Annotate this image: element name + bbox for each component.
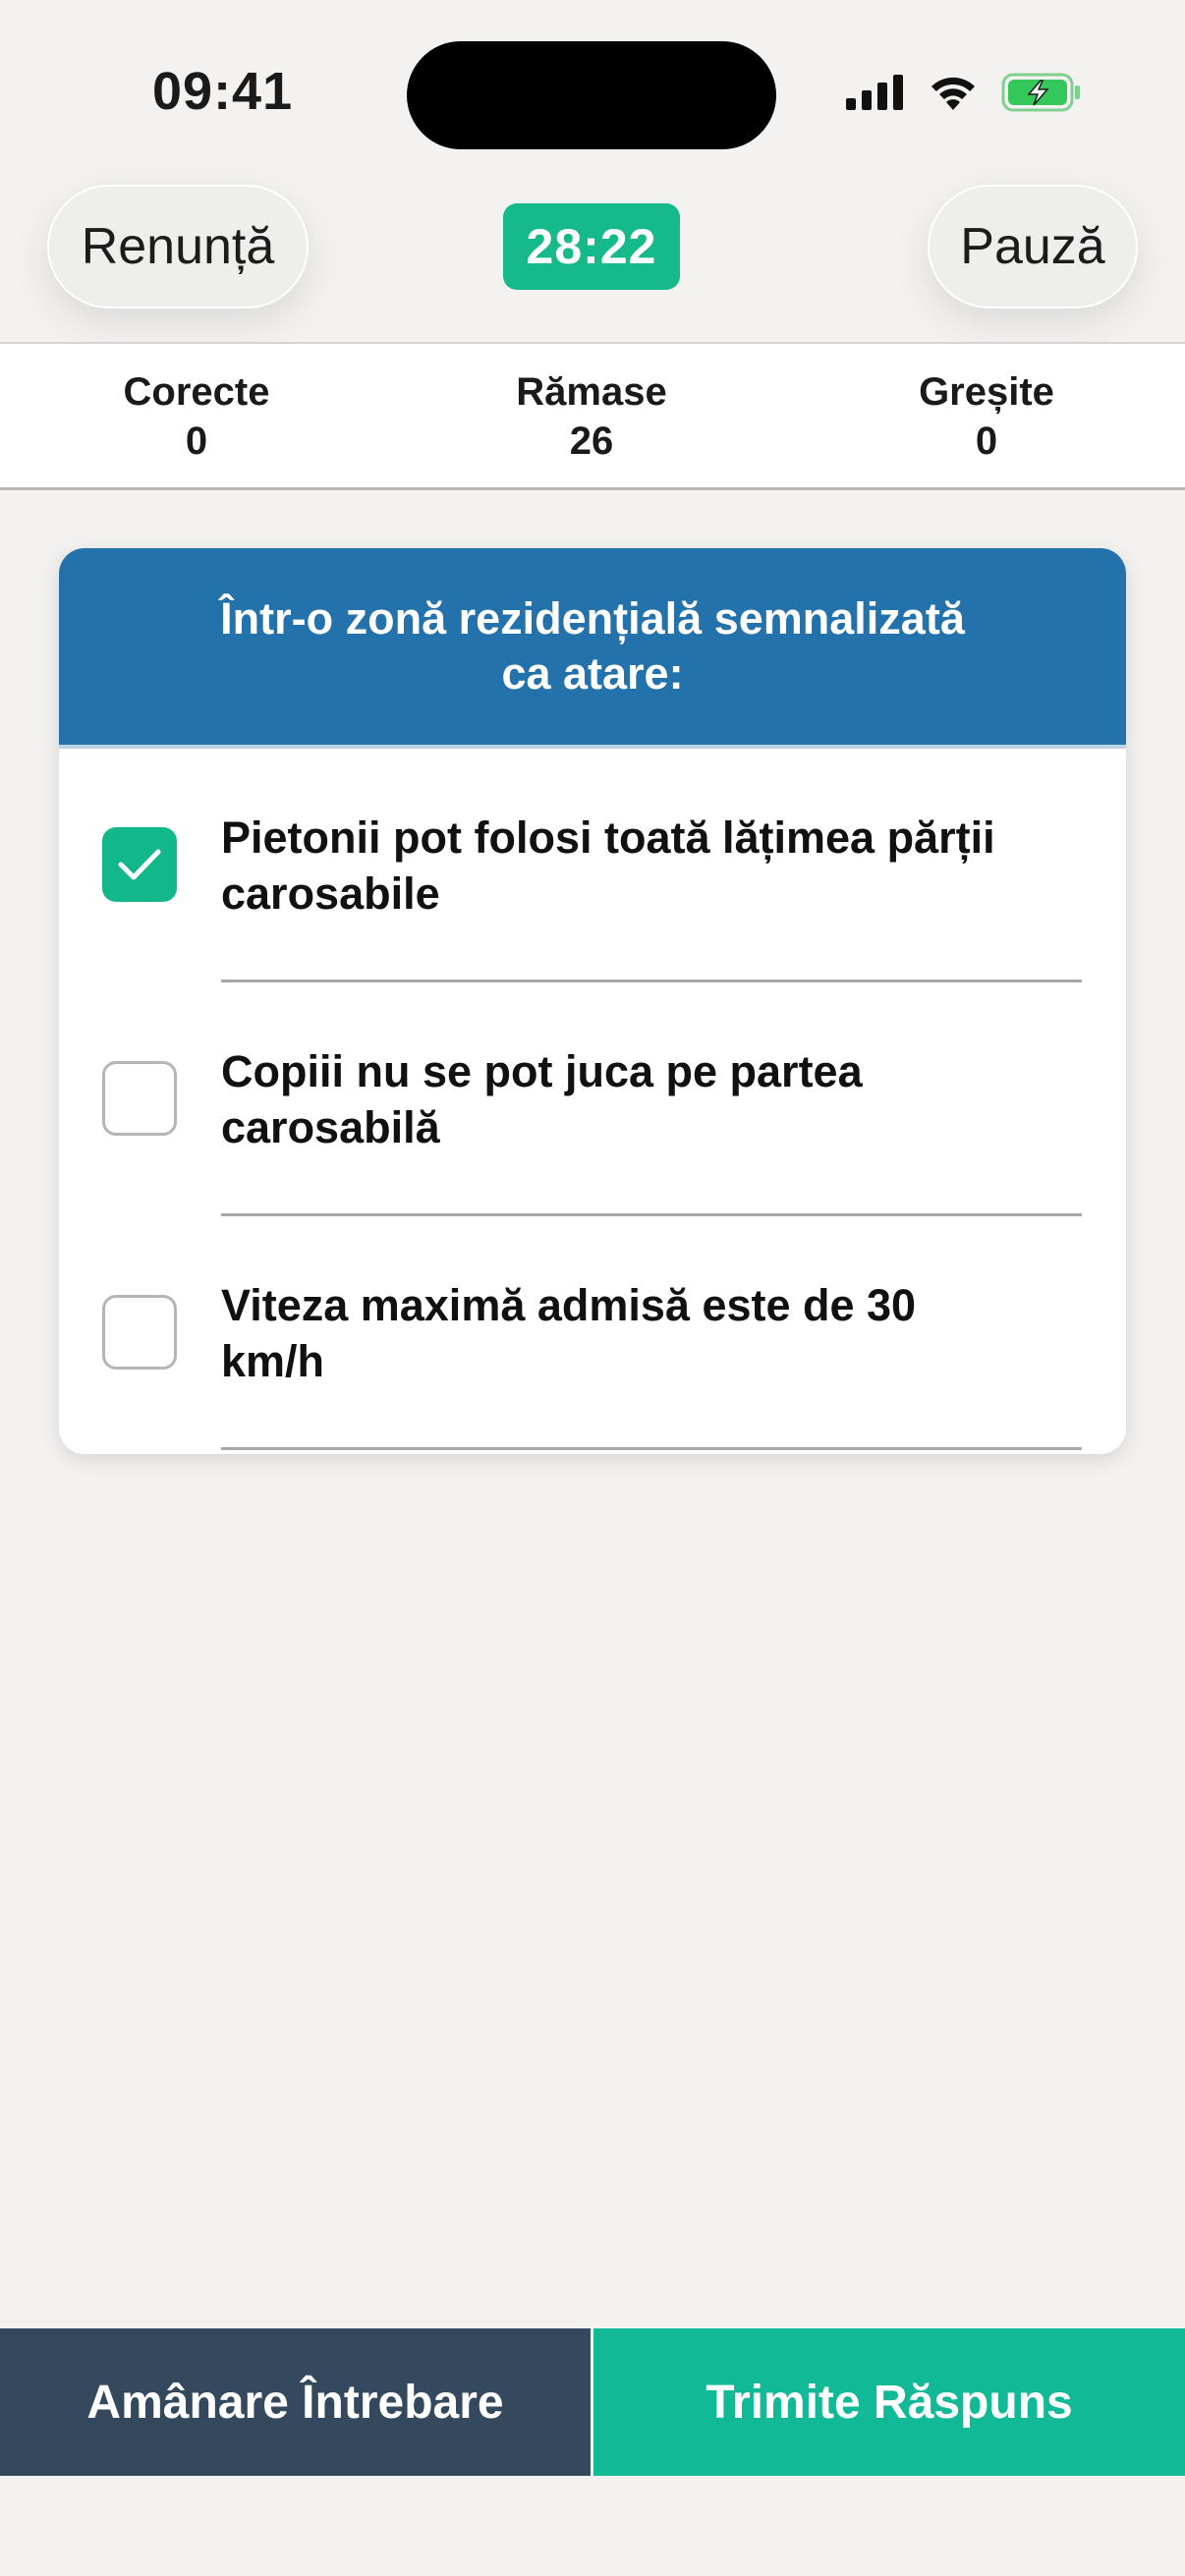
checkmark-icon xyxy=(118,849,161,880)
answer-checkbox-3[interactable] xyxy=(102,1295,177,1370)
bottom-action-bar: Amânare Întrebare Trimite Răspuns xyxy=(0,2328,1185,2476)
stat-wrong-value: 0 xyxy=(975,420,998,463)
stats-bar: Corecte 0 Rămase 26 Greșite 0 xyxy=(0,342,1185,490)
answer-checkbox-1[interactable] xyxy=(102,827,177,902)
stat-correct: Corecte 0 xyxy=(49,367,344,466)
stat-remaining: Rămase 26 xyxy=(444,367,739,466)
stat-wrong: Greșite 0 xyxy=(839,367,1134,466)
pause-button[interactable]: Pauză xyxy=(928,185,1138,308)
status-bar: 09:41 xyxy=(0,0,1185,177)
status-time: 09:41 xyxy=(152,62,294,121)
status-icons xyxy=(846,73,1082,117)
cancel-button[interactable]: Renunță xyxy=(47,185,309,308)
timer-badge: 28:22 xyxy=(503,203,680,290)
stat-remaining-label: Rămase xyxy=(516,370,667,414)
answer-text-3: Viteza maximă admisă este de 30 km/h xyxy=(221,1280,917,1386)
answer-checkbox-2[interactable] xyxy=(102,1061,177,1136)
question-card: Într-o zonă rezidențială semnalizată ca … xyxy=(59,548,1126,1454)
stat-remaining-value: 26 xyxy=(569,420,614,463)
answer-option-1[interactable]: Pietonii pot folosi toată lățimea părții… xyxy=(59,749,1126,982)
postpone-question-button[interactable]: Amânare Întrebare xyxy=(0,2328,591,2476)
battery-charging-icon xyxy=(1001,73,1082,117)
answer-text-1: Pietonii pot folosi toată lățimea părții… xyxy=(221,812,995,919)
answer-text-2: Copiii nu se pot juca pe partea carosabi… xyxy=(221,1046,863,1152)
stat-correct-label: Corecte xyxy=(123,370,270,414)
question-text: Într-o zonă rezidențială semnalizată ca … xyxy=(59,548,1126,749)
answer-divider xyxy=(221,1447,1082,1450)
answer-option-3[interactable]: Viteza maximă admisă este de 30 km/h xyxy=(59,1216,1126,1450)
dynamic-island xyxy=(407,41,776,149)
cellular-signal-icon xyxy=(846,75,905,115)
answer-option-2[interactable]: Copiii nu se pot juca pe partea carosabi… xyxy=(59,982,1126,1216)
stat-correct-value: 0 xyxy=(185,420,208,463)
stat-wrong-label: Greșite xyxy=(919,370,1054,414)
wifi-icon xyxy=(927,73,980,117)
submit-answer-button[interactable]: Trimite Răspuns xyxy=(593,2328,1185,2476)
